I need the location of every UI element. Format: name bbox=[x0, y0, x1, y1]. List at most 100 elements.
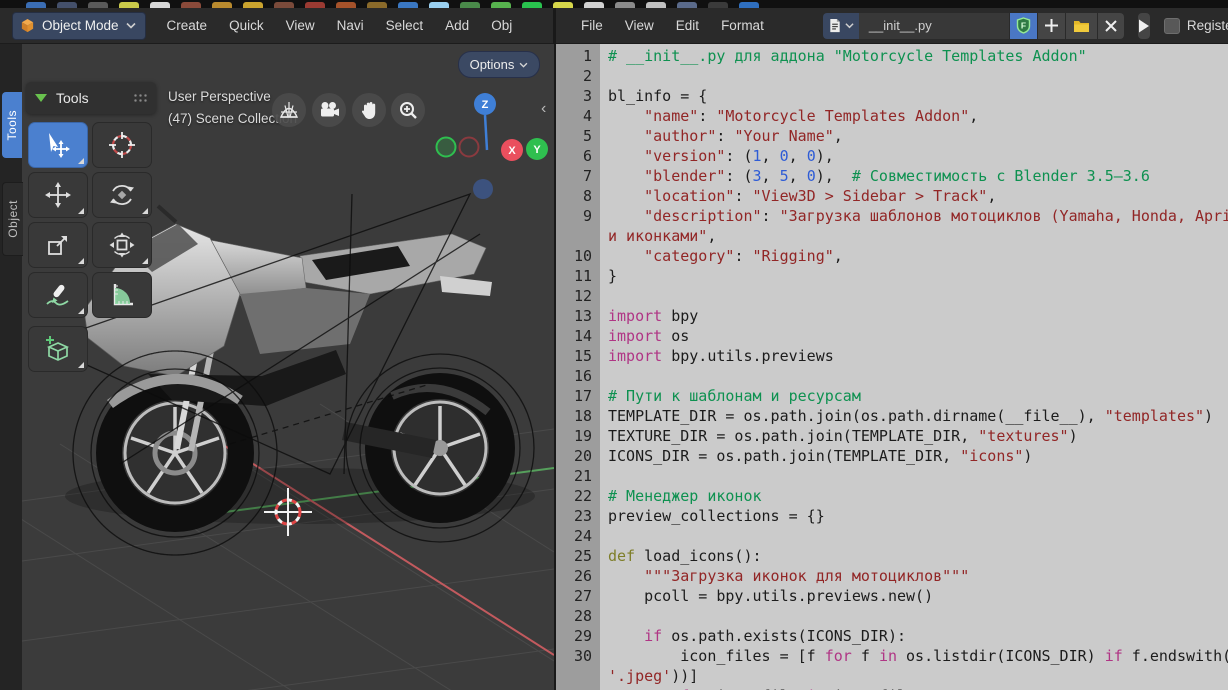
text-file-icon bbox=[830, 18, 840, 33]
add-cube-icon bbox=[46, 336, 70, 361]
camera-view-button[interactable] bbox=[312, 93, 346, 127]
axis-label-y: Y bbox=[533, 144, 541, 156]
axis-ball-y-neg[interactable] bbox=[435, 136, 457, 158]
fake-user-button[interactable]: F bbox=[1009, 12, 1037, 39]
chevron-down-icon bbox=[125, 22, 136, 29]
menu-select[interactable]: Select bbox=[375, 8, 435, 43]
menu-view[interactable]: View bbox=[614, 8, 665, 43]
new-text-button[interactable] bbox=[1037, 12, 1065, 39]
tool-annotate[interactable] bbox=[28, 272, 88, 318]
menu-navi[interactable]: Navi bbox=[326, 8, 375, 43]
code-text: TEMPLATE_DIR = os.path.join(os.path.dirn… bbox=[608, 407, 1214, 425]
close-icon bbox=[1105, 19, 1117, 32]
code-line: 9 "description": "Загрузка шаблонов мото… bbox=[556, 206, 1228, 226]
code-line: 2 bbox=[556, 66, 1228, 86]
tab-object[interactable]: Object bbox=[2, 182, 23, 256]
scale-icon bbox=[48, 236, 67, 255]
code-line: 5 "author": "Your Name", bbox=[556, 126, 1228, 146]
line-number: 30 bbox=[573, 647, 592, 665]
menu-view[interactable]: View bbox=[275, 8, 326, 43]
line-number: 27 bbox=[573, 587, 592, 605]
filename-field[interactable]: __init__.py bbox=[858, 12, 1009, 39]
editor-menubar: File View Edit Format bbox=[570, 8, 775, 43]
code-line: 20 ICONS_DIR = os.path.join(TEMPLATE_DIR,… bbox=[556, 446, 1228, 466]
code-text: "category": "Rigging", bbox=[644, 247, 843, 265]
tab-tools[interactable]: Tools bbox=[2, 92, 22, 158]
code-line: 4 "name": "Motorcycle Templates Addon", bbox=[556, 106, 1228, 126]
viewport-3d[interactable]: Z X Y User Perspective (47) Scene Collec… bbox=[0, 44, 554, 690]
tool-scale[interactable] bbox=[28, 222, 88, 268]
code-text: "location": "View3D > Sidebar > Track", bbox=[644, 187, 997, 205]
tool-select-box[interactable] bbox=[28, 122, 88, 168]
tool-cursor[interactable] bbox=[92, 122, 152, 168]
line-number: 10 bbox=[573, 247, 592, 265]
code-text: # Менеджер иконок bbox=[608, 487, 762, 505]
code-line: 26 """Загрузка иконок для мотоциклов""" bbox=[556, 566, 1228, 586]
datablock-selector: __init__.py F bbox=[822, 12, 1124, 39]
tools-panel-header[interactable]: Tools bbox=[26, 82, 156, 114]
code-line: 7 "blender": (3, 5, 0), # Совместимость … bbox=[556, 166, 1228, 186]
tool-transform[interactable] bbox=[92, 222, 152, 268]
pan-view-button[interactable] bbox=[352, 93, 386, 127]
line-number: 25 bbox=[573, 547, 592, 565]
menu-edit[interactable]: Edit bbox=[665, 8, 710, 43]
text-datablock-dropdown[interactable] bbox=[822, 12, 859, 39]
menu-obj[interactable]: Obj bbox=[480, 8, 523, 43]
line-number: 5 bbox=[582, 127, 592, 145]
code-line: 24 bbox=[556, 526, 1228, 546]
zoom-view-button[interactable] bbox=[391, 93, 425, 127]
line-number: 3 bbox=[582, 87, 592, 105]
walk-navigation-button[interactable] bbox=[272, 93, 306, 127]
code-line: 31 for icon_file in icon_files: bbox=[556, 686, 1228, 690]
tool-measure[interactable] bbox=[92, 272, 152, 318]
sidebar-collapse-arrow[interactable]: ‹ bbox=[541, 100, 546, 118]
menu-file[interactable]: File bbox=[570, 8, 614, 43]
code-line: и иконками", bbox=[556, 226, 1228, 246]
line-number bbox=[556, 226, 600, 246]
code-text: """Загрузка иконок для мотоциклов""" bbox=[608, 567, 970, 585]
code-text: import bpy bbox=[608, 307, 699, 325]
register-checkbox[interactable] bbox=[1163, 17, 1180, 34]
register-label: Register bbox=[1186, 18, 1228, 33]
text-editor[interactable]: 1 # __init__.py для аддона "Motorcycle Te… bbox=[556, 44, 1228, 690]
code-line: 23 preview_collections = {} bbox=[556, 506, 1228, 526]
line-number: 24 bbox=[573, 527, 592, 545]
axis-ball-z-neg[interactable] bbox=[473, 179, 493, 199]
move-icon bbox=[45, 182, 71, 208]
code-text: "author": "Your Name", bbox=[644, 127, 843, 145]
code-text: "version": (1, 0, 0), bbox=[644, 147, 834, 165]
code-text: "name": "Motorcycle Templates Addon", bbox=[644, 107, 979, 125]
code-line: 15 import bpy.utils.previews bbox=[556, 346, 1228, 366]
line-number: 14 bbox=[573, 327, 592, 345]
code-line: 1 # __init__.py для аддона "Motorcycle Te… bbox=[556, 46, 1228, 66]
code-text: pcoll = bpy.utils.previews.new() bbox=[608, 587, 934, 605]
viewport-menubar: Create Quick View Navi Select Add Obj bbox=[156, 8, 524, 43]
drag-handle-icon[interactable] bbox=[133, 92, 147, 104]
menu-format[interactable]: Format bbox=[710, 8, 775, 43]
code-text: "description": "Загрузка шаблонов мотоци… bbox=[644, 207, 1228, 225]
tool-rotate[interactable] bbox=[92, 172, 152, 218]
menu-add[interactable]: Add bbox=[434, 8, 480, 43]
line-number: 2 bbox=[582, 67, 592, 85]
code-line: 13 import bpy bbox=[556, 306, 1228, 326]
unlink-text-button[interactable] bbox=[1097, 12, 1124, 39]
mode-dropdown[interactable]: Object Mode bbox=[12, 11, 146, 40]
line-number: 1 bbox=[582, 47, 592, 65]
code-line: 29 if os.path.exists(ICONS_DIR): bbox=[556, 626, 1228, 646]
tool-move[interactable] bbox=[28, 172, 88, 218]
menu-create[interactable]: Create bbox=[156, 8, 219, 43]
line-number: 12 bbox=[573, 287, 592, 305]
mode-label: Object Mode bbox=[42, 18, 119, 33]
rotate-icon bbox=[110, 185, 134, 205]
code-line: 19 TEXTURE_DIR = os.path.join(TEMPLATE_DI… bbox=[556, 426, 1228, 446]
menu-quick[interactable]: Quick bbox=[218, 8, 275, 43]
code-line: 12 bbox=[556, 286, 1228, 306]
tool-add-cube[interactable] bbox=[28, 326, 88, 372]
hand-icon bbox=[361, 101, 375, 119]
open-text-button[interactable] bbox=[1065, 12, 1097, 39]
run-script-button[interactable] bbox=[1137, 12, 1150, 39]
options-button[interactable]: Options bbox=[458, 51, 540, 78]
